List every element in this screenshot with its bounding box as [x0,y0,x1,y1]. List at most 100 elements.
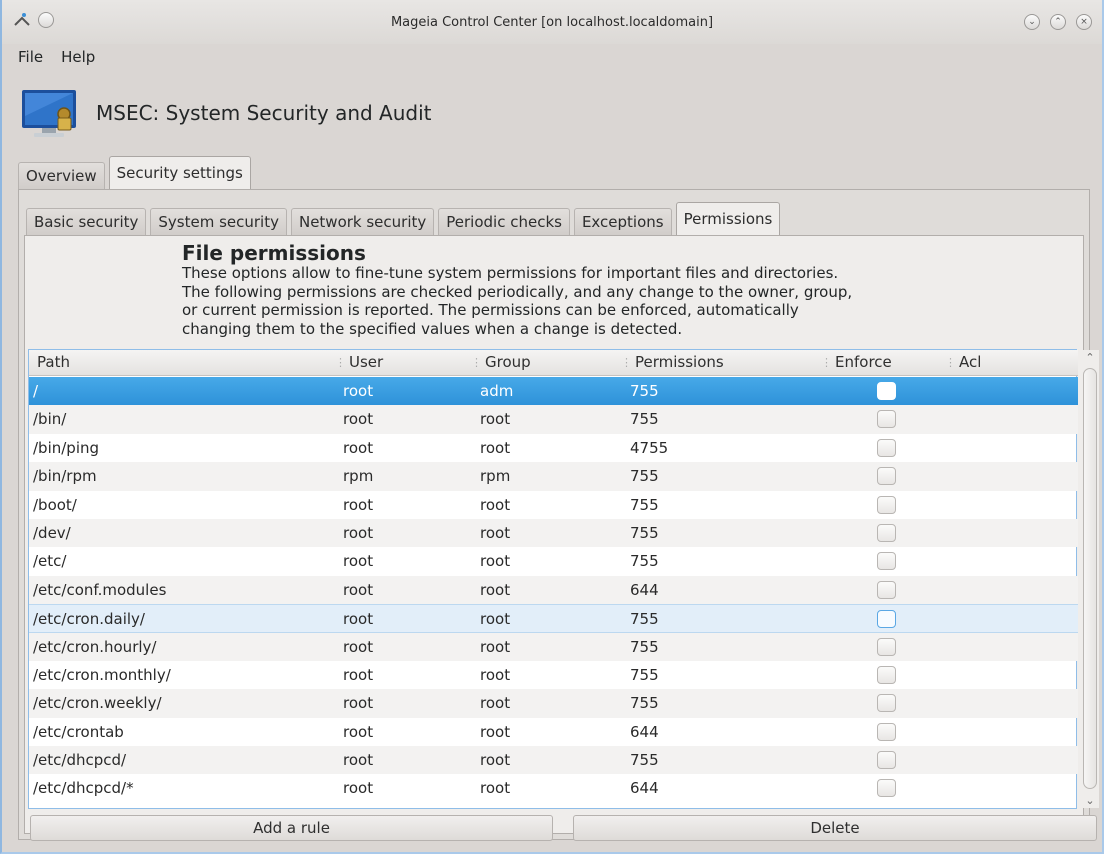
delete-button[interactable]: Delete [573,815,1097,841]
column-header-enforce[interactable]: ⋮ Enforce [821,353,892,371]
cell-user: root [343,523,374,542]
column-header-acl[interactable]: ⋮ Acl [945,353,981,371]
table-row[interactable]: /dev/ root root 755 [29,518,1078,548]
on-all-desktops-icon[interactable] [38,12,54,28]
cell-user: root [343,637,374,656]
enforce-checkbox[interactable] [877,722,896,741]
enforce-checkbox[interactable] [877,751,896,770]
enforce-checkbox[interactable] [877,779,896,798]
table-row[interactable]: /etc/ root root 755 [29,547,1078,575]
table-row[interactable]: /etc/dhcpcd/ root root 755 [29,746,1078,775]
enforce-checkbox[interactable] [877,523,896,542]
page-title: MSEC: System Security and Audit [96,101,432,125]
cell-permissions: 755 [630,637,659,656]
minimize-icon[interactable]: ⌄ [1024,14,1040,30]
cell-group: root [480,495,511,514]
enforce-checkbox[interactable] [877,438,896,457]
cell-permissions: 755 [630,410,659,429]
cell-user: root [343,665,374,684]
cell-group: root [480,580,511,599]
enforce-checkbox[interactable] [877,495,896,514]
menu-bar: File Help [18,48,95,66]
table-row[interactable]: /etc/cron.daily/ root root 755 [29,604,1078,633]
tab-basic-security[interactable]: Basic security [26,208,147,236]
table-row[interactable]: /etc/cron.monthly/ root root 755 [29,661,1078,689]
column-header-group[interactable]: ⋮ Group [471,353,531,371]
cell-permissions: 755 [630,665,659,684]
enforce-checkbox[interactable] [877,610,896,629]
cell-user: root [343,722,374,741]
menu-help[interactable]: Help [61,48,95,66]
cell-group: root [480,552,511,571]
outer-tab-bar: Overview Security settings [18,154,255,190]
cell-path: /bin/ [33,410,67,429]
tab-security-settings[interactable]: Security settings [108,156,251,190]
table-row[interactable]: /etc/crontab root root 644 [29,718,1078,746]
vertical-scrollbar[interactable]: ⌃ ⌄ [1081,350,1099,808]
cell-permissions: 755 [630,610,659,629]
tab-overview[interactable]: Overview [18,162,105,190]
table-row[interactable]: / root adm 755 [29,377,1078,406]
enforce-checkbox[interactable] [877,637,896,656]
table-row[interactable]: /etc/conf.modules root root 644 [29,575,1078,605]
column-header-user[interactable]: ⋮ User [335,353,383,371]
table-row[interactable]: /etc/cron.weekly/ root root 755 [29,689,1078,718]
tab-exceptions[interactable]: Exceptions [573,208,672,236]
cell-permissions: 755 [630,382,659,400]
add-rule-button[interactable]: Add a rule [30,815,553,841]
cell-permissions: 644 [630,779,659,798]
cell-group: root [480,410,511,429]
cell-group: root [480,722,511,741]
table-row[interactable]: /bin/rpm rpm rpm 755 [29,462,1078,491]
cell-user: root [343,694,374,713]
enforce-checkbox[interactable] [877,580,896,599]
cell-path: /etc/dhcpcd/* [33,779,134,798]
cell-user: root [343,495,374,514]
cell-path: /etc/cron.monthly/ [33,665,171,684]
table-row[interactable]: /boot/ root root 755 [29,491,1078,519]
scroll-up-icon[interactable]: ⌃ [1084,351,1096,365]
tab-system-security[interactable]: System security [150,208,287,236]
page-header: MSEC: System Security and Audit [20,86,432,140]
cell-group: root [480,523,511,542]
scrollbar-thumb[interactable] [1083,368,1097,789]
enforce-checkbox[interactable] [877,665,896,684]
close-icon[interactable]: × [1076,14,1092,30]
tab-periodic-checks[interactable]: Periodic checks [438,208,570,236]
cell-permissions: 755 [630,751,659,770]
table-body: / root adm 755 /bin/ root root 755 /bin/… [29,377,1078,803]
maximize-icon[interactable]: ⌃ [1050,14,1066,30]
cell-permissions: 755 [630,694,659,713]
permissions-table[interactable]: Path ⋮ User ⋮ Group ⋮ Permissions ⋮ Enforce … [28,349,1099,809]
cell-group: root [480,751,511,770]
mageia-app-icon[interactable] [12,10,32,30]
table-row[interactable]: /etc/cron.hourly/ root root 755 [29,632,1078,661]
cell-path: / [33,382,39,400]
section-line-1: These options allow to fine-tune system … [182,264,839,282]
menu-file[interactable]: File [18,48,43,66]
enforce-checkbox[interactable] [877,694,896,713]
section-description: File permissions These options allow to … [182,242,982,338]
section-title: File permissions [182,241,366,265]
table-row[interactable]: /bin/ root root 755 [29,405,1078,434]
enforce-checkbox[interactable] [877,410,896,429]
enforce-checkbox[interactable] [877,382,896,400]
table-row[interactable]: /etc/dhcpcd/* root root 644 [29,774,1078,802]
table-row[interactable]: /bin/ping root root 4755 [29,434,1078,462]
section-line-4: changing them to the specified values wh… [182,319,683,338]
tab-network-security[interactable]: Network security [290,208,435,236]
cell-permissions: 755 [630,523,659,542]
enforce-checkbox[interactable] [877,552,896,571]
column-header-permissions[interactable]: ⋮ Permissions [621,353,724,371]
cell-path: /etc/crontab [33,722,124,741]
cell-path: /boot/ [33,495,77,514]
scroll-down-icon[interactable]: ⌄ [1084,794,1096,808]
title-bar[interactable]: Mageia Control Center [on localhost.loca… [2,0,1102,44]
enforce-checkbox[interactable] [877,467,896,486]
cell-path: /bin/ping [33,438,100,457]
cell-group: rpm [480,467,511,486]
column-header-path[interactable]: Path [37,353,70,371]
cell-path: /bin/rpm [33,467,97,486]
cell-path: /etc/cron.daily/ [33,610,145,629]
tab-permissions[interactable]: Permissions [675,202,781,236]
